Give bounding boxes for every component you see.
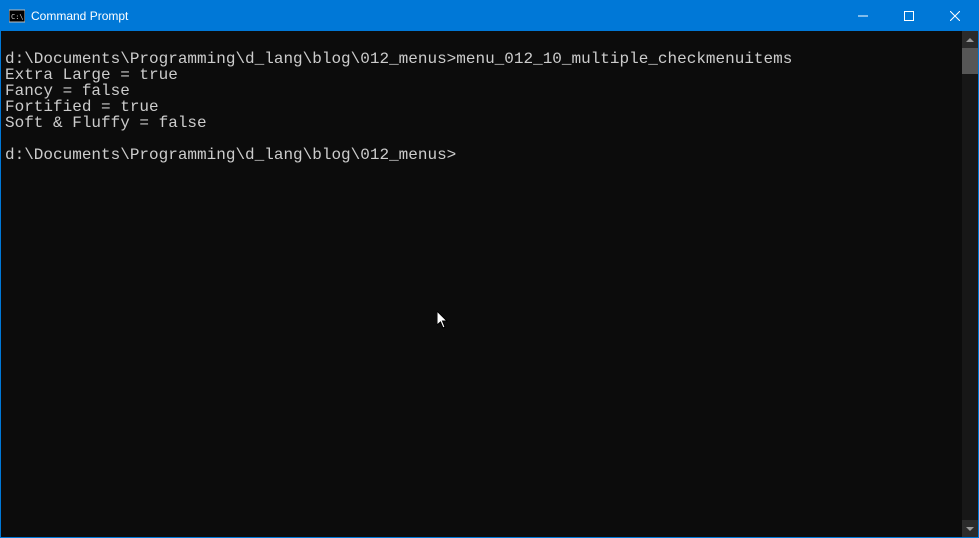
minimize-button[interactable] bbox=[840, 1, 886, 31]
maximize-button[interactable] bbox=[886, 1, 932, 31]
titlebar[interactable]: C:\ Command Prompt bbox=[1, 1, 978, 31]
scroll-up-arrow[interactable] bbox=[962, 31, 978, 48]
terminal-output[interactable]: d:\Documents\Programming\d_lang\blog\012… bbox=[1, 31, 962, 537]
vertical-scrollbar[interactable] bbox=[962, 31, 978, 537]
close-button[interactable] bbox=[932, 1, 978, 31]
window-title: Command Prompt bbox=[31, 9, 840, 23]
scroll-thumb[interactable] bbox=[962, 48, 978, 74]
scroll-down-arrow[interactable] bbox=[962, 520, 978, 537]
svg-text:C:\: C:\ bbox=[11, 13, 24, 21]
cmd-icon: C:\ bbox=[9, 8, 25, 24]
window-controls bbox=[840, 1, 978, 31]
command-prompt-window: C:\ Command Prompt d:\Documents\Programm… bbox=[0, 0, 979, 538]
content-area: d:\Documents\Programming\d_lang\blog\012… bbox=[1, 31, 978, 537]
